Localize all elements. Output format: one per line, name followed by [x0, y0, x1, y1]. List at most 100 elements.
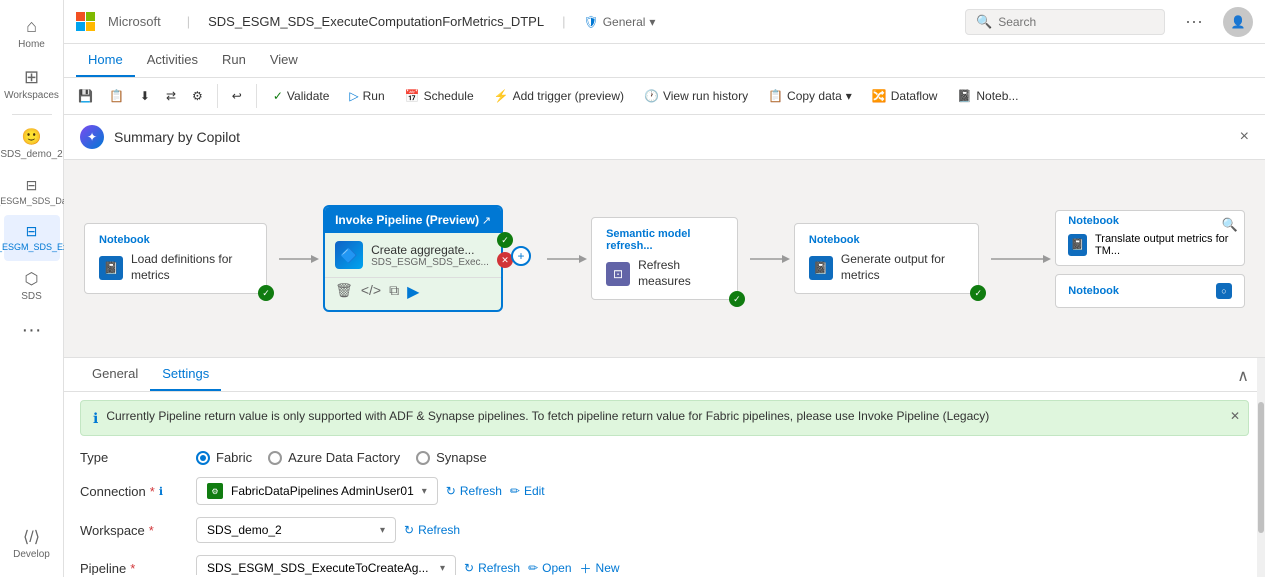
ribbon-divider-1	[217, 84, 218, 108]
pipeline-select[interactable]: SDS_ESGM_SDS_ExecuteToCreateAg... ▾	[196, 555, 456, 575]
notebook-node-2[interactable]: Notebook 📓 Generate output for metrics ✓	[794, 223, 979, 294]
copilot-close-button[interactable]: ×	[1240, 128, 1249, 146]
tab-activities[interactable]: Activities	[135, 44, 210, 77]
sidebar-item-develop[interactable]: ⟨/⟩ Develop	[4, 519, 60, 569]
notebook-node-icon: 📓	[99, 256, 123, 280]
undo-button[interactable]: ↩	[226, 85, 248, 107]
invoke-pipeline-node[interactable]: Invoke Pipeline (Preview) ↗ 🔷 Create agg…	[323, 205, 503, 312]
node-title: Notebook	[99, 234, 252, 246]
semantic-node[interactable]: Semantic model refresh... ⊡ Refresh meas…	[591, 217, 738, 300]
validate-button[interactable]: ✓ Validate	[265, 85, 338, 107]
switch-button[interactable]: ⇄	[160, 85, 182, 107]
topbar-divider2: |	[562, 14, 565, 29]
search-box[interactable]: 🔍	[965, 9, 1165, 35]
scrollbar-thumb[interactable]	[1258, 402, 1264, 533]
add-trigger-button[interactable]: ⚡ Add trigger (preview)	[486, 85, 632, 107]
sidebar-item-label: SDS_demo_2	[0, 149, 62, 161]
sidebar-item-home[interactable]: ⌂ Home	[4, 8, 60, 59]
scrollbar-track	[1257, 358, 1265, 577]
invoke-header: Invoke Pipeline (Preview) ↗	[325, 207, 501, 233]
dataflow-button[interactable]: 🔀 Dataflow	[864, 85, 946, 107]
home-icon: ⌂	[26, 16, 37, 37]
clock-icon: 🕐	[644, 89, 659, 103]
chevron-down-icon: ▾	[422, 486, 427, 497]
radio-label-fabric: Fabric	[216, 450, 252, 465]
view-history-button[interactable]: 🕐 View run history	[636, 85, 756, 107]
develop-icon: ⟨/⟩	[23, 527, 40, 547]
connection-refresh-button[interactable]: ↻ Refresh	[446, 484, 502, 498]
settings-content: ℹ Currently Pipeline return value is onl…	[64, 392, 1265, 575]
flow-arrow-1	[275, 249, 323, 269]
topbar-more-button[interactable]: ···	[1185, 11, 1203, 32]
tab-view[interactable]: View	[258, 44, 310, 77]
notebook-button[interactable]: 📓 Noteb...	[949, 85, 1026, 107]
sidebar-item-workspaces[interactable]: ⊞ Workspaces	[4, 59, 60, 110]
collapse-button[interactable]: ∧	[1237, 366, 1249, 386]
tab-home[interactable]: Home	[76, 44, 135, 77]
pipeline-open-button[interactable]: ✏ Open	[528, 561, 571, 575]
node-content: 📓 Load definitions for metrics	[99, 252, 252, 283]
dataflow-icon: 🔀	[872, 89, 887, 103]
workspace-select[interactable]: SDS_demo_2 ▾	[196, 517, 396, 543]
shield-icon: 🛡	[583, 15, 598, 29]
settings-button[interactable]: ⚙	[186, 85, 209, 107]
play-icon[interactable]: ▶	[407, 282, 419, 302]
sidebar-item-sds-data[interactable]: ⊟ SDS_ESGM_SDS_Datas...	[4, 169, 60, 215]
chevron-icon: ▾	[846, 89, 852, 103]
run-button[interactable]: ▷ Run	[341, 85, 392, 107]
chevron-down-icon: ▾	[649, 15, 655, 29]
sidebar-more-button[interactable]: ···	[14, 311, 50, 350]
chevron-down-icon: ▾	[440, 563, 445, 574]
pipeline-new-button[interactable]: ＋ New	[580, 560, 620, 576]
topbar-divider: |	[187, 14, 190, 29]
notebook-node-1[interactable]: Notebook 📓 Load definitions for metrics …	[84, 223, 267, 294]
node-content: 📓 Generate output for metrics	[809, 252, 964, 283]
copy-icon[interactable]: ⧉	[389, 282, 399, 302]
right-notebook-node-1[interactable]: Notebook 📓 Translate output metrics for …	[1055, 210, 1245, 266]
copy-data-button[interactable]: 📋 Copy data ▾	[760, 85, 860, 107]
sidebar-item-sds-demo[interactable]: 🙂 SDS_demo_2	[4, 119, 60, 169]
pipeline-refresh-button[interactable]: ↻ Refresh	[464, 561, 520, 575]
settings-panel: General Settings ∧ ℹ Currently Pipeline …	[64, 357, 1265, 577]
search-mini-icon[interactable]: 🔍	[1222, 217, 1238, 233]
download-icon: ⬇	[140, 89, 150, 103]
chevron-down-icon: ▾	[380, 525, 385, 536]
info-close-button[interactable]: ✕	[1230, 409, 1240, 423]
copy-icon: 📋	[768, 89, 783, 103]
undo-icon: ↩	[232, 89, 242, 103]
workspace-value: SDS_demo_2	[207, 523, 282, 537]
sds-exec-icon: ⊟	[26, 223, 38, 240]
code-icon[interactable]: </>	[361, 282, 381, 302]
tab-settings[interactable]: Settings	[150, 358, 221, 391]
external-link-icon[interactable]: ↗	[482, 214, 491, 227]
workspace-refresh-button[interactable]: ↻ Refresh	[404, 523, 460, 537]
right-notebook-node-2[interactable]: Notebook ○	[1055, 274, 1245, 308]
sidebar-item-sds-exec[interactable]: ⊟ SDS_ESGM_SDS_Exec...	[4, 215, 60, 261]
connection-edit-button[interactable]: ✏ Edit	[510, 484, 545, 498]
radio-fabric[interactable]: Fabric	[196, 450, 252, 465]
connection-select[interactable]: ⚙ FabricDataPipelines AdminUser01 ▾	[196, 477, 438, 505]
tab-run[interactable]: Run	[210, 44, 258, 77]
radio-synapse[interactable]: Synapse	[416, 450, 487, 465]
pipeline-controls: SDS_ESGM_SDS_ExecuteToCreateAg... ▾ ↻ Re…	[196, 555, 1249, 575]
search-input[interactable]	[998, 15, 1154, 29]
ribbon-tabs: Home Activities Run View	[64, 44, 1265, 78]
gear-icon: ⚙	[192, 89, 203, 103]
radio-adf[interactable]: Azure Data Factory	[268, 450, 400, 465]
sidebar-item-label: SDS	[21, 291, 42, 303]
schedule-button[interactable]: 📅 Schedule	[397, 85, 482, 107]
delete-icon[interactable]: 🗑	[335, 282, 353, 302]
add-connection-button[interactable]: +	[511, 246, 531, 266]
new-button[interactable]: 📋	[103, 85, 130, 107]
main-content: Microsoft | SDS_ESGM_SDS_ExecuteComputat…	[64, 0, 1265, 577]
ribbon-divider-2	[256, 84, 257, 108]
sds-icon: ⬡	[25, 269, 39, 289]
pipeline-canvas: Notebook 📓 Load definitions for metrics …	[64, 160, 1265, 357]
sidebar-item-sds[interactable]: ⬡ SDS	[4, 261, 60, 311]
download-button[interactable]: ⬇	[134, 85, 156, 107]
avatar: 👤	[1223, 7, 1253, 37]
connection-label: Connection * ℹ	[80, 484, 180, 499]
node-content: ⊡ Refresh measures	[606, 258, 723, 289]
tab-general[interactable]: General	[80, 358, 150, 391]
save-button[interactable]: 💾	[72, 85, 99, 107]
